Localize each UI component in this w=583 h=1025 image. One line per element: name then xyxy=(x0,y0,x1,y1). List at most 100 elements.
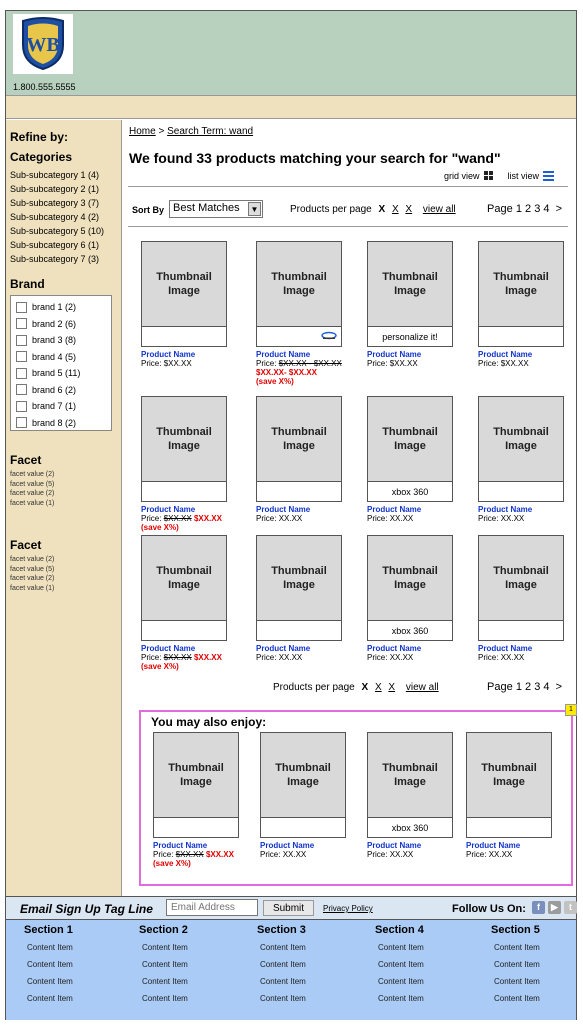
product-card[interactable]: Thumbnail Image xbox 360 Product Name Price… xyxy=(367,396,453,523)
brand-checkbox[interactable] xyxy=(16,301,27,313)
grid-view-icon[interactable] xyxy=(483,171,494,181)
view-all-link[interactable]: view all xyxy=(423,204,456,215)
category-link[interactable]: Sub-subcategory 4 (2) xyxy=(10,210,104,224)
thumbnail-image[interactable]: Thumbnail Image xyxy=(141,535,227,621)
thumbnail-image[interactable]: Thumbnail Image xyxy=(367,241,453,327)
brand-filter-row[interactable]: brand 1 (2) xyxy=(16,299,111,316)
privacy-policy-link[interactable]: Privacy Policy xyxy=(323,904,373,913)
page-link[interactable]: 4 xyxy=(543,203,549,215)
brand-checkbox[interactable] xyxy=(16,384,27,396)
product-name-link[interactable]: Product Name xyxy=(478,644,564,653)
thumbnail-image[interactable]: Thumbnail Image xyxy=(367,732,453,818)
brand-checkbox[interactable] xyxy=(16,417,27,429)
facet-value-link[interactable]: facet value (5) xyxy=(10,480,54,490)
category-link[interactable]: Sub-subcategory 2 (1) xyxy=(10,182,104,196)
footer-link[interactable]: Content Item xyxy=(491,939,583,956)
thumbnail-image[interactable]: Thumbnail Image xyxy=(256,396,342,482)
footer-link[interactable]: Content Item xyxy=(139,939,249,956)
brand-checkbox[interactable] xyxy=(16,367,27,379)
footer-link[interactable]: Content Item xyxy=(24,973,134,990)
thumbnail-image[interactable]: Thumbnail Image xyxy=(478,396,564,482)
brand-checkbox[interactable] xyxy=(16,400,27,412)
thumbnail-image[interactable]: Thumbnail Image xyxy=(478,241,564,327)
product-name-link[interactable]: Product Name xyxy=(367,350,453,359)
breadcrumb-search-term-link[interactable]: Search Term: wand xyxy=(167,126,253,137)
product-card[interactable]: Thumbnail Image Product Name Price: XX.XX xyxy=(256,396,342,523)
footer-link[interactable]: Content Item xyxy=(491,990,583,1007)
product-name-link[interactable]: Product Name xyxy=(141,505,227,514)
brand-filter-row[interactable]: brand 8 (2) xyxy=(16,415,111,432)
product-name-link[interactable]: Product Name xyxy=(367,841,453,850)
thumbnail-image[interactable]: Thumbnail Image xyxy=(367,396,453,482)
footer-link[interactable]: Content Item xyxy=(257,990,367,1007)
facet-value-link[interactable]: facet value (1) xyxy=(10,499,54,509)
product-name-link[interactable]: Product Name xyxy=(153,841,239,850)
product-card[interactable]: Thumbnail Image Product Name Price: $XX.XX… xyxy=(141,396,227,532)
grid-view-link[interactable]: grid view xyxy=(444,171,480,181)
thumbnail-image[interactable]: Thumbnail Image xyxy=(478,535,564,621)
page-link[interactable]: 4 xyxy=(543,681,549,693)
product-card[interactable]: Thumbnail Image Product Name Price: XX.XX xyxy=(256,535,342,662)
brand-checkbox[interactable] xyxy=(16,351,27,363)
product-name-link[interactable]: Product Name xyxy=(478,350,564,359)
page-link[interactable]: 2 xyxy=(525,681,531,693)
product-name-link[interactable]: Product Name xyxy=(367,644,453,653)
footer-link[interactable]: Content Item xyxy=(375,956,485,973)
product-card[interactable]: Thumbnail Image Product Name Price: $XX.XX… xyxy=(256,241,342,386)
facet-value-link[interactable]: facet value (2) xyxy=(10,470,54,480)
product-card[interactable]: Thumbnail Image Product Name Price: $XX.XX xyxy=(141,241,227,368)
category-link[interactable]: Sub-subcategory 3 (7) xyxy=(10,196,104,210)
facet-value-link[interactable]: facet value (2) xyxy=(10,555,54,565)
brand-filter-row[interactable]: brand 4 (5) xyxy=(16,349,111,366)
product-card[interactable]: Thumbnail Image Product Name Price: $XX.XX… xyxy=(141,535,227,671)
footer-link[interactable]: Content Item xyxy=(257,973,367,990)
page-link[interactable]: 2 xyxy=(525,203,531,215)
footer-link[interactable]: Content Item xyxy=(491,973,583,990)
footer-link[interactable]: Content Item xyxy=(24,939,134,956)
facet-value-link[interactable]: facet value (5) xyxy=(10,565,54,575)
email-field[interactable] xyxy=(166,899,258,916)
product-card[interactable]: Thumbnail Image Product Name Price: XX.XX xyxy=(478,396,564,523)
youtube-icon[interactable]: ▶ xyxy=(548,901,561,914)
product-name-link[interactable]: Product Name xyxy=(466,841,552,850)
brand-checkbox[interactable] xyxy=(16,318,27,330)
facet-value-link[interactable]: facet value (2) xyxy=(10,489,54,499)
footer-link[interactable]: Content Item xyxy=(139,973,249,990)
page-link[interactable]: 1 xyxy=(516,203,522,215)
facet-value-link[interactable]: facet value (2) xyxy=(10,574,54,584)
footer-link[interactable]: Content Item xyxy=(24,990,134,1007)
list-view-link[interactable]: list view xyxy=(508,171,540,181)
brand-filter-row[interactable]: brand 2 (6) xyxy=(16,316,111,333)
facet-value-link[interactable]: facet value (1) xyxy=(10,584,54,594)
thumbnail-image[interactable]: Thumbnail Image xyxy=(260,732,346,818)
brand-filter-row[interactable]: brand 6 (2) xyxy=(16,382,111,399)
per-page-option[interactable]: X xyxy=(405,204,412,215)
brand-filter-row[interactable]: brand 7 (1) xyxy=(16,398,111,415)
thumbnail-image[interactable]: Thumbnail Image xyxy=(153,732,239,818)
product-card[interactable]: Thumbnail Image Product Name Price: $XX.XX… xyxy=(153,732,239,868)
product-name-link[interactable]: Product Name xyxy=(256,350,342,359)
brand-checkbox[interactable] xyxy=(16,334,27,346)
footer-link[interactable]: Content Item xyxy=(257,939,367,956)
category-link[interactable]: Sub-subcategory 1 (4) xyxy=(10,168,104,182)
product-name-link[interactable]: Product Name xyxy=(141,644,227,653)
per-page-option[interactable]: X xyxy=(375,682,382,693)
product-name-link[interactable]: Product Name xyxy=(256,505,342,514)
thumbnail-image[interactable]: Thumbnail Image xyxy=(256,535,342,621)
chevron-down-icon[interactable]: ▼ xyxy=(248,202,261,216)
product-name-link[interactable]: Product Name xyxy=(256,644,342,653)
footer-link[interactable]: Content Item xyxy=(491,956,583,973)
thumbnail-image[interactable]: Thumbnail Image xyxy=(141,396,227,482)
product-card[interactable]: Thumbnail Image personalize it! Product Na… xyxy=(367,241,453,368)
breadcrumb-home-link[interactable]: Home xyxy=(129,126,156,137)
thumbnail-image[interactable]: Thumbnail Image xyxy=(256,241,342,327)
per-page-option[interactable]: X xyxy=(392,204,399,215)
next-page-link[interactable]: > xyxy=(556,681,562,693)
page-link[interactable]: 3 xyxy=(534,681,540,693)
per-page-option[interactable]: X xyxy=(388,682,395,693)
product-name-link[interactable]: Product Name xyxy=(478,505,564,514)
product-name-link[interactable]: Product Name xyxy=(260,841,346,850)
wb-logo[interactable]: WB xyxy=(13,14,73,74)
footer-link[interactable]: Content Item xyxy=(139,990,249,1007)
thumbnail-image[interactable]: Thumbnail Image xyxy=(466,732,552,818)
